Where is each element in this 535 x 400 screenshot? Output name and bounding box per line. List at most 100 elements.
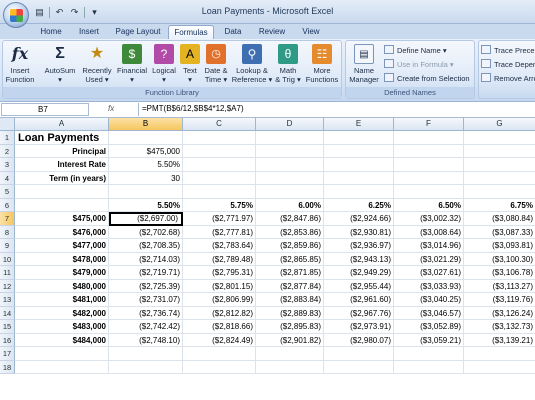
rate-header[interactable]: 6.50% [394, 199, 464, 213]
grid-cell[interactable] [394, 185, 464, 199]
grid-cell[interactable] [324, 185, 394, 199]
payment-cell[interactable]: ($2,748.10) [109, 334, 183, 348]
grid-cell[interactable] [464, 172, 535, 185]
grid-cell[interactable] [256, 360, 324, 374]
payment-cell[interactable]: ($2,708.35) [109, 239, 183, 253]
grid-cell[interactable] [109, 185, 183, 199]
financial-button[interactable]: $ Financial ▾ [115, 43, 149, 89]
row-header[interactable]: 18 [0, 360, 15, 374]
grid-cell[interactable] [256, 347, 324, 361]
row-header[interactable]: 7 [0, 212, 15, 226]
payment-cell[interactable]: ($2,795.31) [183, 266, 256, 280]
payment-cell[interactable]: ($3,033.93) [394, 280, 464, 294]
payment-cell[interactable]: ($2,853.86) [256, 226, 324, 240]
grid-cell[interactable] [183, 131, 256, 145]
text-button[interactable]: A Text ▾ [179, 43, 201, 89]
recently-used-button[interactable]: ★ Recently Used ▾ [79, 43, 115, 89]
payment-cell[interactable]: ($3,040.25) [394, 293, 464, 307]
grid-cell[interactable] [256, 185, 324, 199]
grid-cell[interactable] [15, 347, 109, 361]
math-trig-button[interactable]: θ Math & Trig ▾ [274, 43, 302, 89]
payment-cell[interactable]: ($2,736.74) [109, 307, 183, 321]
payment-cell[interactable]: ($2,789.48) [183, 253, 256, 267]
grid-cell[interactable] [109, 360, 183, 374]
lookup-reference-button[interactable]: ⚲ Lookup & Reference ▾ [231, 43, 273, 89]
payment-cell[interactable]: ($3,008.64) [394, 226, 464, 240]
payment-cell[interactable]: ($2,949.29) [324, 266, 394, 280]
row-header[interactable]: 8 [0, 225, 15, 239]
grid-cell[interactable] [15, 185, 109, 199]
payment-cell[interactable]: ($2,731.07) [109, 293, 183, 307]
grid-cell[interactable] [464, 347, 535, 361]
payment-cell[interactable]: ($2,702.68) [109, 226, 183, 240]
payment-cell[interactable]: ($3,132.73) [464, 320, 535, 334]
column-header-g[interactable]: G [464, 118, 535, 131]
payment-cell[interactable]: ($3,059.21) [394, 334, 464, 348]
grid-cell[interactable] [256, 144, 324, 158]
column-header-e[interactable]: E [324, 118, 394, 131]
payment-cell[interactable]: ($2,889.83) [256, 307, 324, 321]
payment-cell[interactable]: ($2,980.07) [324, 334, 394, 348]
remove-arrows-button[interactable]: Remove Arro [481, 73, 535, 85]
payment-cell[interactable]: ($2,725.39) [109, 280, 183, 294]
more-functions-button[interactable]: ☷ More Functions ▾ [303, 43, 341, 93]
grid-cell[interactable] [109, 347, 183, 361]
rate-header[interactable]: 5.75% [183, 199, 256, 213]
row-header[interactable]: 14 [0, 306, 15, 320]
payment-cell[interactable]: ($3,027.61) [394, 266, 464, 280]
grid-cell[interactable] [183, 171, 256, 185]
active-cell[interactable]: ($2,697.00) [109, 212, 183, 226]
payment-cell[interactable]: ($2,777.81) [183, 226, 256, 240]
grid-cell[interactable] [183, 360, 256, 374]
payment-cell[interactable]: ($2,877.84) [256, 280, 324, 294]
select-all-corner[interactable] [0, 118, 15, 131]
row-header[interactable]: 17 [0, 347, 15, 361]
tab-review[interactable]: Review [252, 25, 292, 39]
payment-cell[interactable]: ($2,895.83) [256, 320, 324, 334]
insert-function-button[interactable]: fx Insert Function [5, 43, 35, 89]
grid-cell[interactable] [324, 144, 394, 158]
payment-cell[interactable]: ($3,080.84) [464, 212, 535, 226]
principal-cell[interactable]: $483,000 [15, 320, 109, 334]
rate-header[interactable]: 6.00% [256, 199, 324, 213]
name-manager-button[interactable]: ▤ Name Manager [348, 43, 380, 89]
name-box[interactable]: B7 [1, 103, 89, 116]
payment-cell[interactable]: ($2,771.97) [183, 212, 256, 226]
trace-precedents-button[interactable]: Trace Preced [481, 45, 535, 57]
row-header[interactable]: 15 [0, 320, 15, 334]
tab-insert[interactable]: Insert [72, 25, 106, 39]
grid-cell[interactable] [324, 131, 394, 145]
principal-cell[interactable]: $476,000 [15, 226, 109, 240]
input-value[interactable]: 30 [109, 172, 183, 186]
input-label[interactable]: Interest Rate [15, 158, 109, 172]
row-header[interactable]: 10 [0, 252, 15, 266]
payment-cell[interactable]: ($2,719.71) [109, 266, 183, 280]
grid-cell[interactable] [183, 347, 256, 361]
payment-cell[interactable]: ($2,824.49) [183, 334, 256, 348]
payment-cell[interactable]: ($3,106.78) [464, 266, 535, 280]
tab-view[interactable]: View [296, 25, 326, 39]
sheet-title[interactable]: Loan Payments [15, 132, 109, 146]
row-header[interactable]: 4 [0, 171, 15, 185]
grid-cell[interactable] [394, 347, 464, 361]
grid-cell[interactable] [464, 158, 535, 172]
payment-cell[interactable]: ($2,806.99) [183, 293, 256, 307]
payment-cell[interactable]: ($3,046.57) [394, 307, 464, 321]
row-header[interactable]: 12 [0, 279, 15, 293]
use-in-formula-button[interactable]: Use in Formula ▾ [384, 59, 454, 71]
payment-cell[interactable]: ($3,087.33) [464, 226, 535, 240]
input-value[interactable]: 5.50% [109, 158, 183, 172]
grid-cell[interactable] [256, 131, 324, 145]
principal-cell[interactable]: $479,000 [15, 266, 109, 280]
payment-cell[interactable]: ($2,865.85) [256, 253, 324, 267]
row-header[interactable]: 6 [0, 198, 15, 212]
grid-cell[interactable] [15, 360, 109, 374]
payment-cell[interactable]: ($2,801.15) [183, 280, 256, 294]
payment-cell[interactable]: ($2,859.86) [256, 239, 324, 253]
trace-dependents-button[interactable]: Trace Depen [481, 59, 535, 71]
grid-cell[interactable] [464, 361, 535, 374]
payment-cell[interactable]: ($2,714.03) [109, 253, 183, 267]
payment-cell[interactable]: ($3,100.30) [464, 253, 535, 267]
payment-cell[interactable]: ($3,119.76) [464, 293, 535, 307]
principal-cell[interactable]: $475,000 [15, 212, 109, 226]
